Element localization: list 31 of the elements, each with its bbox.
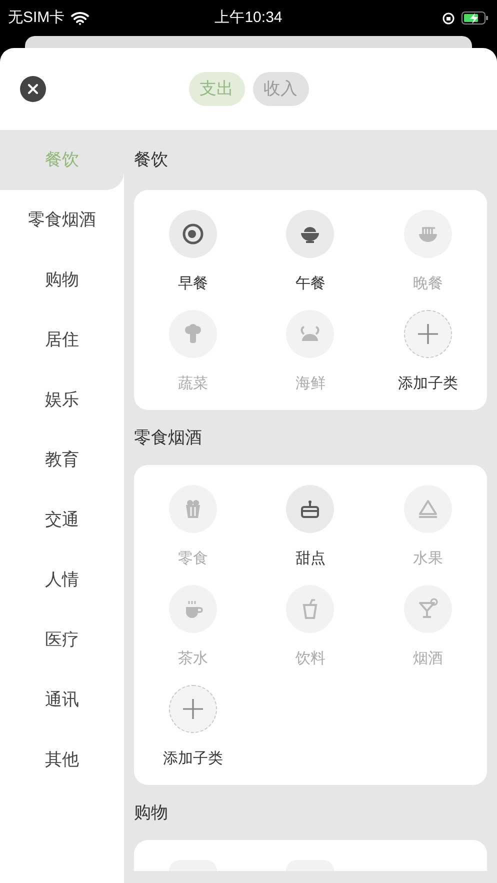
carrier-label: 无SIM卡 xyxy=(8,8,65,28)
category-label: 早餐 xyxy=(178,274,208,294)
category-button[interactable] xyxy=(168,210,217,258)
section-title: 餐饮 xyxy=(134,149,168,172)
clock: 上午10:34 xyxy=(214,8,284,28)
category-label: 茶水 xyxy=(178,649,208,669)
category-label: 饮料 xyxy=(295,649,326,669)
plus-icon xyxy=(182,698,204,720)
battery-charging-icon xyxy=(461,11,489,25)
close-button[interactable] xyxy=(20,76,46,102)
category-button[interactable] xyxy=(286,210,334,258)
egg-icon xyxy=(180,222,205,246)
add-subcategory-button[interactable] xyxy=(168,685,217,733)
category-label: 蔬菜 xyxy=(178,374,208,394)
category-label: 零食 xyxy=(178,549,208,569)
category-label: 海鲜 xyxy=(295,374,326,394)
section-title: 零食烟酒 xyxy=(134,426,202,449)
section-title: 购物 xyxy=(134,802,168,824)
category-label: 午餐 xyxy=(295,274,326,294)
category-label: 添加子类 xyxy=(162,749,223,769)
wifi-icon xyxy=(70,11,89,25)
category-label: 添加子类 xyxy=(398,374,458,394)
category-label: 晚餐 xyxy=(413,274,444,294)
cocktail-icon xyxy=(416,597,440,621)
plus-icon xyxy=(417,323,440,345)
category-button[interactable] xyxy=(286,485,334,533)
close-icon xyxy=(28,84,38,94)
category-label: 烟酒 xyxy=(413,649,444,669)
category-label: 甜点 xyxy=(295,549,326,569)
add-subcategory-button[interactable] xyxy=(404,310,452,358)
category-label: 水果 xyxy=(413,549,444,569)
